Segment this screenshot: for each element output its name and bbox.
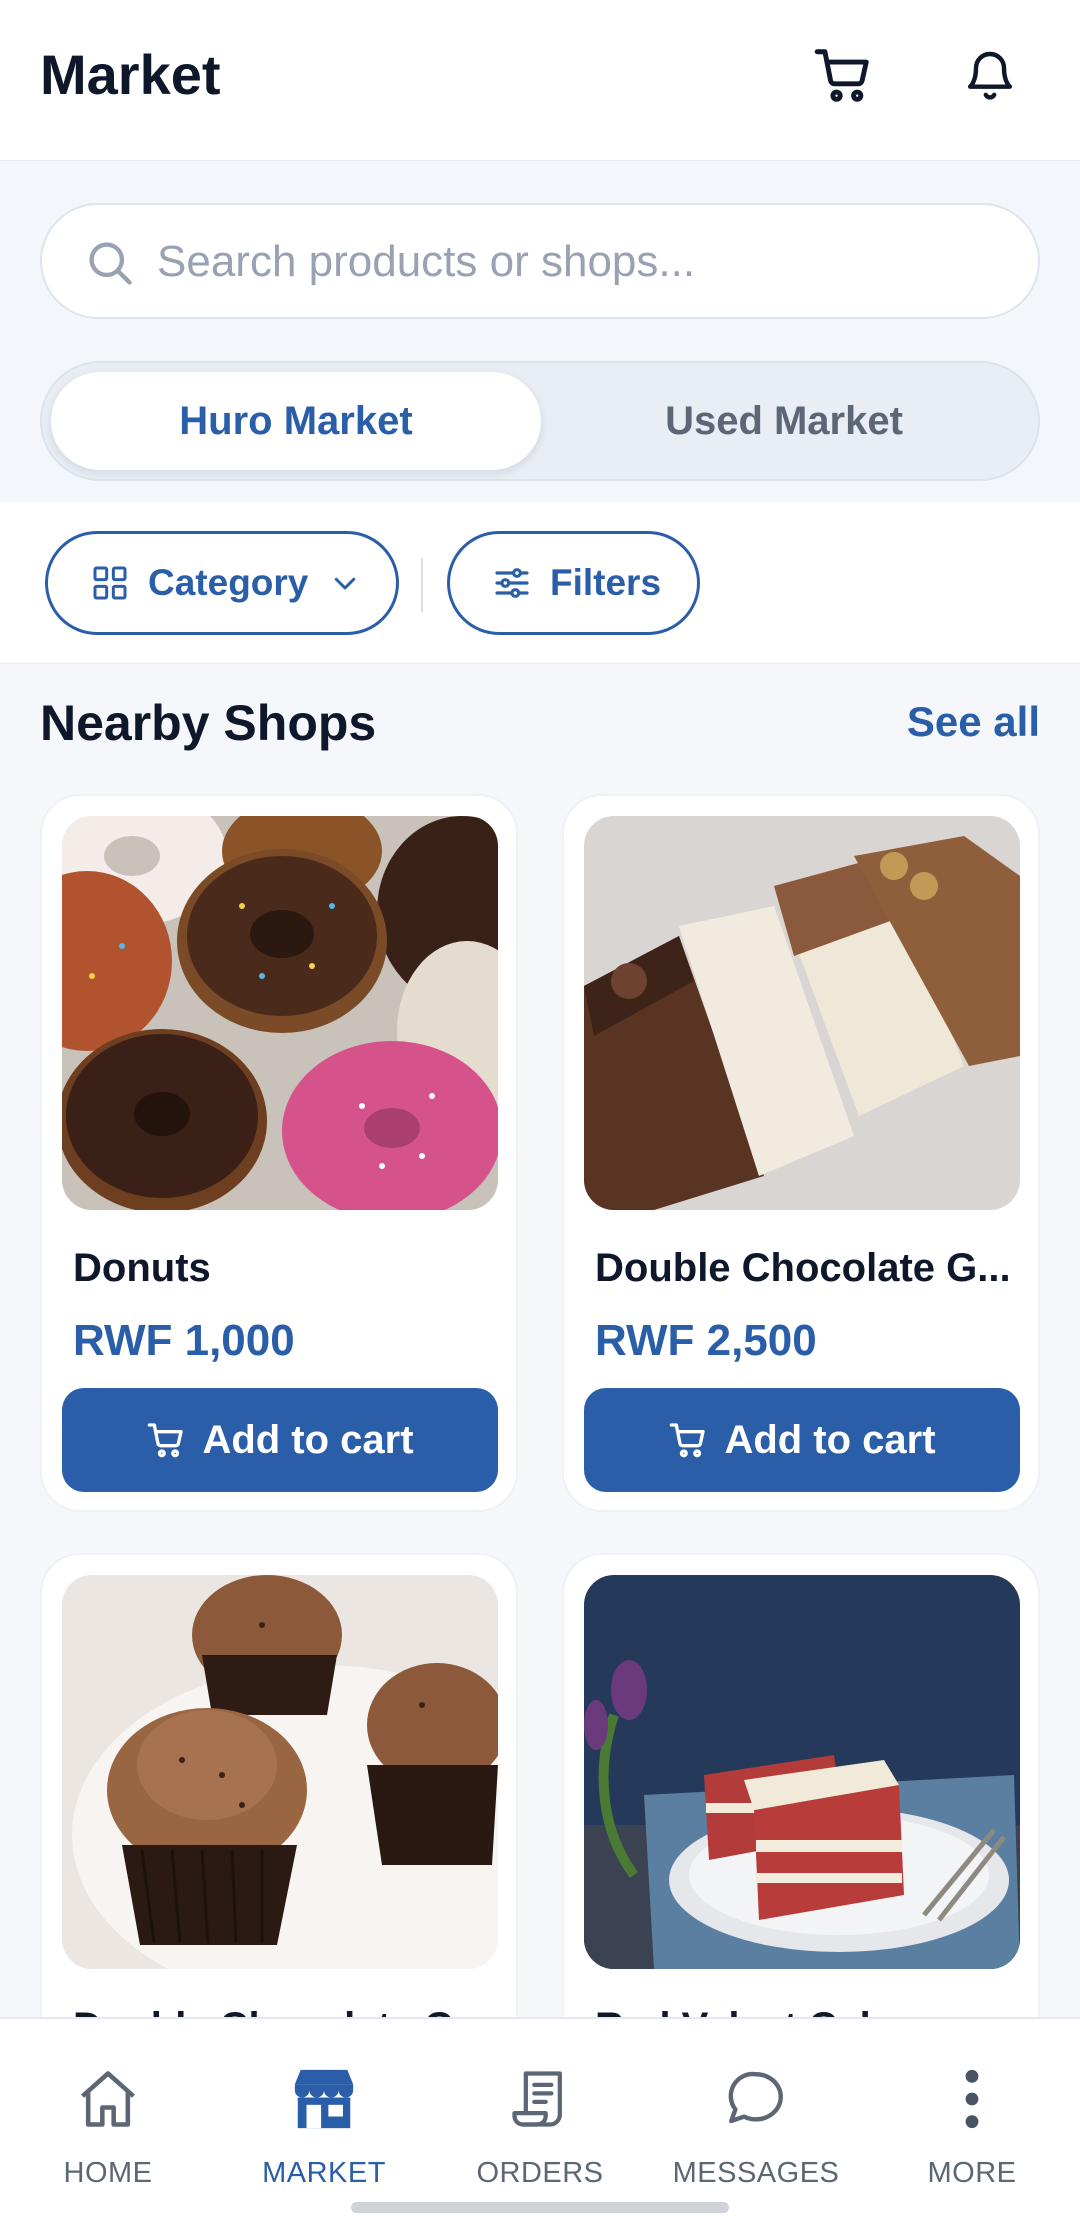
bell-icon[interactable] — [955, 40, 1025, 110]
search-bar[interactable] — [40, 203, 1040, 319]
chip-divider — [421, 558, 423, 612]
search-section: Huro Market Used Market — [0, 161, 1080, 502]
nav-orders-label: ORDERS — [476, 2157, 604, 2189]
nav-home-label: HOME — [63, 2157, 153, 2189]
sliders-icon — [495, 568, 529, 598]
tab-huro-market[interactable]: Huro Market — [51, 372, 541, 470]
nav-home[interactable]: HOME — [0, 2019, 216, 2209]
bottom-nav: HOME MARKET ORDERS MESSAGES MORE — [0, 2017, 1080, 2227]
filters-button[interactable]: Filters — [447, 531, 700, 635]
product-image — [584, 1575, 1020, 1969]
chat-icon — [718, 2061, 794, 2137]
see-all-link[interactable]: See all — [907, 698, 1040, 746]
product-image — [62, 816, 498, 1210]
grid-icon — [93, 566, 127, 600]
filters-label: Filters — [550, 562, 662, 603]
page-title: Market — [40, 43, 221, 106]
add-to-cart-label: Add to cart — [202, 1417, 414, 1462]
product-price: RWF 1,000 — [73, 1316, 295, 1365]
nav-more-label: MORE — [927, 2157, 1017, 2189]
nav-more[interactable]: MORE — [864, 2019, 1080, 2209]
product-image — [62, 1575, 498, 1969]
product-card[interactable]: Double Chocolate G... RWF 2,500 Add to c… — [562, 794, 1040, 1512]
nav-market[interactable]: MARKET — [216, 2019, 432, 2209]
product-name: Double Chocolate G... — [595, 1246, 1011, 1290]
shop-icon — [286, 2061, 362, 2137]
nav-messages[interactable]: MESSAGES — [648, 2019, 864, 2209]
chevron-down-icon — [335, 577, 356, 590]
product-name: Donuts — [73, 1246, 211, 1290]
category-button[interactable]: Category — [45, 531, 399, 635]
category-label: Category — [148, 562, 309, 603]
filter-bar: Category Filters — [0, 502, 1080, 664]
nav-messages-label: MESSAGES — [672, 2157, 840, 2189]
product-image — [584, 816, 1020, 1210]
section-title: Nearby Shops — [40, 695, 377, 751]
orders-icon — [502, 2061, 578, 2137]
cart-icon — [148, 1423, 184, 1458]
nav-orders[interactable]: ORDERS — [432, 2019, 648, 2209]
add-to-cart-label: Add to cart — [724, 1417, 936, 1462]
cart-icon[interactable] — [808, 40, 878, 110]
product-price: RWF 2,500 — [595, 1316, 817, 1365]
app-header: Market — [0, 0, 1080, 161]
cart-icon — [670, 1423, 706, 1458]
home-icon — [70, 2061, 146, 2137]
product-card[interactable]: Donuts RWF 1,000 Add to cart — [40, 794, 518, 1512]
nav-market-label: MARKET — [262, 2157, 386, 2189]
tab-used-market[interactable]: Used Market — [539, 372, 1029, 470]
home-indicator — [351, 2202, 729, 2213]
add-to-cart-button[interactable]: Add to cart — [62, 1388, 498, 1492]
market-toggle: Huro Market Used Market — [40, 361, 1040, 481]
search-icon — [89, 242, 132, 285]
more-icon — [934, 2061, 1010, 2137]
add-to-cart-button[interactable]: Add to cart — [584, 1388, 1020, 1492]
search-input[interactable] — [157, 227, 997, 297]
